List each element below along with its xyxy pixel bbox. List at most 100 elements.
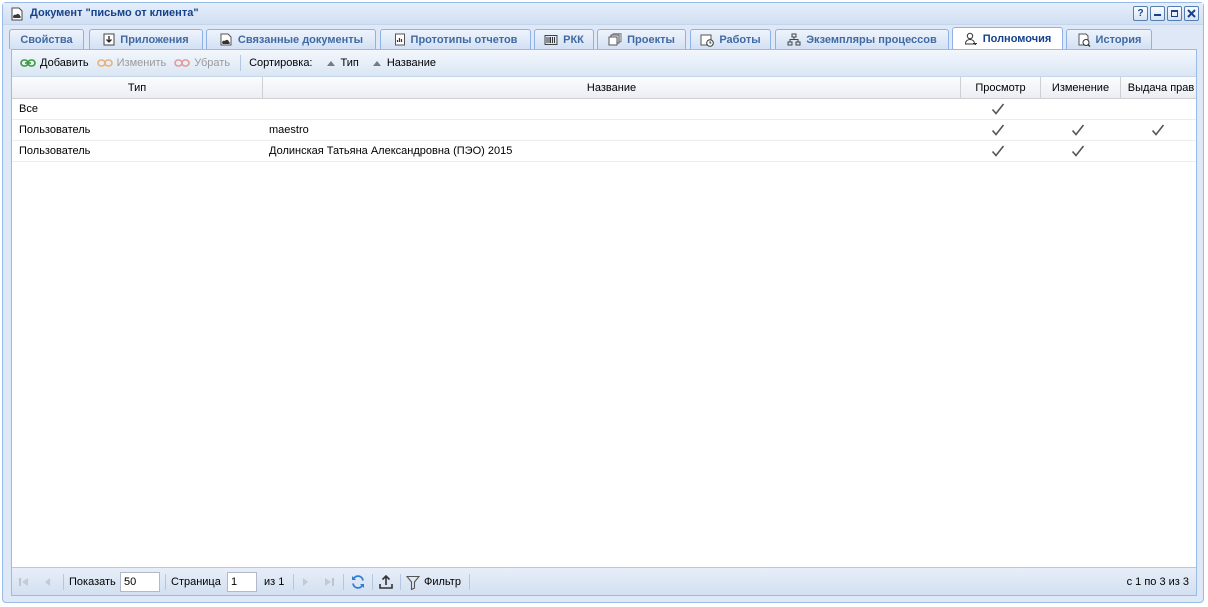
add-button[interactable]: Добавить — [18, 53, 95, 73]
toolbar-separator — [240, 55, 242, 71]
tab-label: Прототипы отчетов — [410, 33, 518, 46]
next-page-button[interactable] — [301, 568, 311, 596]
tab-label: Полномочия — [982, 33, 1052, 45]
add-button-label: Добавить — [40, 57, 89, 69]
tab-label: Связанные документы — [237, 33, 364, 46]
column-header-grant[interactable]: Выдача прав — [1121, 77, 1201, 99]
cell-type: Пользователь — [19, 145, 91, 157]
maximize-icon — [1171, 10, 1178, 17]
document-cloud-icon — [220, 33, 232, 46]
sort-name-label: Название — [386, 57, 436, 69]
tab-properties[interactable]: Свойства — [9, 29, 84, 49]
tab-label: Работы — [719, 33, 761, 46]
report-icon — [394, 33, 405, 46]
page-number-input[interactable] — [227, 572, 257, 592]
first-page-button[interactable] — [18, 568, 30, 596]
maximize-button[interactable] — [1167, 6, 1182, 21]
pager-separator — [165, 574, 166, 590]
tab-process-instances[interactable]: Экземпляры процессов — [775, 29, 949, 49]
pager-separator — [63, 574, 64, 590]
export-button[interactable] — [378, 568, 394, 596]
tab-label: РКК — [563, 33, 584, 46]
remove-button[interactable]: Убрать — [172, 53, 236, 73]
grid-body: Все Пользователь maestro Пользователь До… — [12, 99, 1196, 162]
filter-label: Фильтр — [424, 576, 461, 588]
view-check-icon — [991, 145, 1005, 157]
pager-separator — [293, 574, 294, 590]
pager-separator — [400, 574, 401, 590]
pager-separator — [372, 574, 373, 590]
minimize-button[interactable] — [1150, 6, 1165, 21]
close-icon — [1187, 9, 1196, 18]
edit-button-label: Изменить — [116, 57, 167, 69]
download-icon — [103, 33, 115, 46]
last-page-button[interactable] — [323, 568, 335, 596]
help-button[interactable]: ? — [1133, 6, 1148, 21]
history-icon — [1078, 33, 1091, 47]
calendar-clock-icon — [700, 34, 715, 47]
tab-projects[interactable]: Проекты — [597, 29, 686, 49]
cell-name: maestro — [269, 124, 309, 136]
tab-label: Приложения — [120, 33, 189, 46]
edit-button[interactable]: Изменить — [95, 53, 173, 73]
window-controls: ? — [1133, 6, 1199, 21]
table-row[interactable]: Пользователь Долинская Татьяна Александр… — [12, 141, 1196, 162]
tab-attachments[interactable]: Приложения — [89, 29, 203, 49]
toolbar: Добавить Изменить Убрать Сортировка: Тип… — [12, 50, 1196, 77]
sort-by-name-button[interactable]: Название — [367, 57, 444, 69]
grant-check-icon — [1151, 124, 1165, 136]
first-page-icon — [19, 578, 28, 586]
tab-permissions[interactable]: Полномочия — [952, 27, 1063, 50]
table-row[interactable]: Пользователь maestro — [12, 120, 1196, 141]
paging-summary: с 1 по 3 из 3 — [1126, 576, 1189, 588]
cell-type: Все — [19, 103, 38, 115]
column-header-type[interactable]: Тип — [12, 77, 263, 99]
page-field-wrap — [227, 568, 257, 596]
tab-label: Проекты — [627, 33, 675, 46]
page-size-label: Показать — [69, 576, 116, 588]
column-header-view[interactable]: Просмотр — [961, 77, 1041, 99]
view-check-icon — [991, 103, 1005, 115]
column-header-name[interactable]: Название — [263, 77, 961, 99]
column-header-edit[interactable]: Изменение — [1041, 77, 1121, 99]
hierarchy-icon — [787, 33, 801, 46]
tab-label: Экземпляры процессов — [806, 33, 937, 46]
document-cloud-icon — [10, 7, 24, 21]
tab-label: Свойства — [20, 33, 73, 46]
tab-report-prototypes[interactable]: Прототипы отчетов — [380, 29, 531, 49]
sort-asc-icon — [372, 60, 381, 66]
window-title: Документ "письмо от клиента" — [30, 7, 199, 19]
pager-separator — [469, 574, 470, 590]
grid-header: Тип Название Просмотр Изменение Выдача п… — [12, 77, 1196, 99]
tab-history[interactable]: История — [1066, 29, 1152, 49]
tab-rkk[interactable]: РКК — [534, 29, 594, 49]
pager-separator — [343, 574, 344, 590]
close-button[interactable] — [1184, 6, 1199, 21]
user-key-icon — [964, 32, 977, 45]
window-titlebar[interactable]: Документ "письмо от клиента" ? — [3, 3, 1203, 25]
cell-name: Долинская Татьяна Александровна (ПЭО) 20… — [269, 145, 513, 157]
tab-label: История — [1095, 33, 1142, 46]
cell-type: Пользователь — [19, 124, 91, 136]
page-count-label: из 1 — [264, 576, 285, 588]
filter-button[interactable]: Фильтр — [406, 568, 461, 596]
tab-related-documents[interactable]: Связанные документы — [206, 29, 376, 49]
sort-by-type-button[interactable]: Тип — [321, 57, 367, 69]
page-size-input[interactable] — [120, 572, 160, 592]
refresh-icon — [352, 575, 364, 589]
next-page-icon — [303, 578, 308, 586]
refresh-button[interactable] — [350, 568, 366, 596]
paging-toolbar: Показать Страница из 1 — [12, 567, 1196, 595]
barcode-icon — [544, 34, 558, 45]
prev-page-button[interactable] — [42, 568, 52, 596]
tab-strip: Свойства Приложения Связанные документы … — [9, 27, 1197, 50]
page-label: Страница — [171, 576, 221, 588]
remove-button-label: Убрать — [194, 57, 231, 69]
edit-check-icon — [1071, 145, 1085, 157]
page-size-field-wrap — [120, 568, 160, 596]
projects-icon — [608, 33, 622, 46]
upload-icon — [379, 574, 393, 589]
last-page-icon — [325, 578, 334, 586]
tab-works[interactable]: Работы — [690, 29, 771, 49]
table-row[interactable]: Все — [12, 99, 1196, 120]
